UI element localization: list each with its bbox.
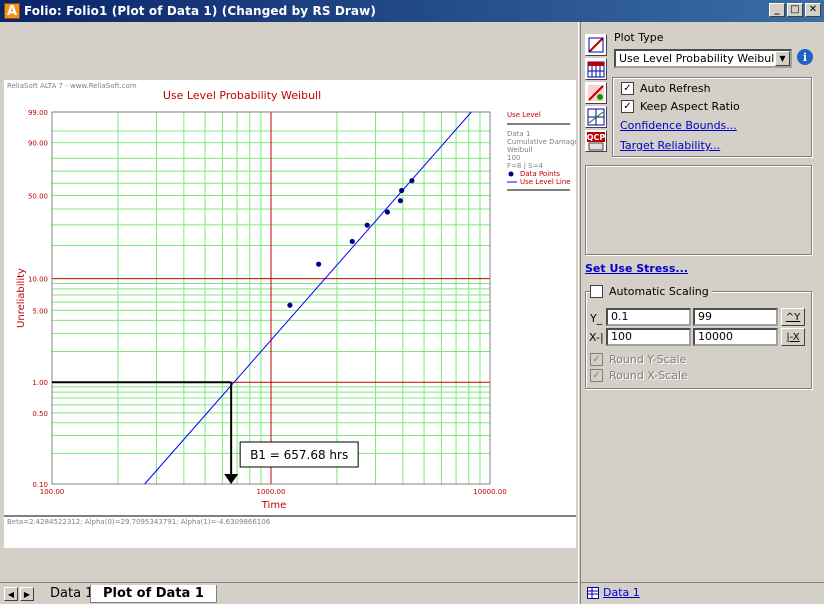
legend-points-label: Data Points (520, 170, 560, 178)
x-scale-button[interactable]: |-X (781, 328, 805, 346)
data-point (287, 302, 293, 308)
keep-aspect-checkbox[interactable]: ✓ Keep Aspect Ratio (621, 100, 740, 113)
y-tick-label: 99.00 (28, 109, 48, 117)
auto-refresh-checkbox[interactable]: ✓ Auto Refresh (621, 82, 711, 95)
watermark: ReliaSoft ALTA 7 - www.ReliaSoft.com (7, 82, 137, 90)
plot-pane: ReliaSoft ALTA 7 - www.ReliaSoft.com Use… (0, 22, 579, 582)
automatic-scaling-check[interactable] (590, 285, 603, 298)
calendar-grid-icon[interactable] (585, 58, 607, 80)
x-tick-label: 100.00 (40, 488, 65, 496)
b1-arrow-icon (224, 474, 239, 484)
round-y-check: ✓ (590, 353, 603, 366)
plot-type-label: Plot Type (614, 31, 664, 44)
legend-line-2: Weibull (507, 146, 533, 154)
chevron-down-icon[interactable]: ▼ (775, 51, 790, 66)
minimize-button[interactable]: _ (769, 3, 785, 17)
confidence-bounds-link[interactable]: Confidence Bounds... (620, 119, 737, 132)
window-title: Folio: Folio1 (Plot of Data 1) (Changed … (24, 4, 376, 18)
y-range-label: Y_ (590, 312, 603, 325)
legend-line-label: Use Level Line (520, 178, 571, 186)
legend-line-0: Data 1 (507, 130, 530, 138)
data-point (409, 178, 415, 184)
info-icon[interactable]: i (797, 49, 813, 65)
chart-settings-icon[interactable] (585, 106, 607, 128)
data-point (349, 238, 355, 245)
x-tick-label: 10000.00 (473, 488, 506, 496)
auto-refresh-label: Auto Refresh (640, 82, 711, 95)
qcp-calculator-icon[interactable]: QCP (585, 130, 607, 152)
x-tick-label: 1000.00 (257, 488, 286, 496)
round-x-checkbox: ✓ Round X-Scale (590, 369, 688, 382)
chart-title: Use Level Probability Weibull (163, 89, 321, 102)
x-min-input[interactable]: 100 (606, 328, 691, 346)
y-tick-label: 0.50 (32, 410, 48, 418)
legend: Use Level Data 1 Cumulative Damage Weibu… (507, 111, 579, 191)
x-range-label: X-| (589, 331, 604, 344)
y-tick-label: 50.00 (28, 193, 48, 201)
use-level-line (144, 111, 472, 485)
keep-aspect-check[interactable]: ✓ (621, 100, 634, 113)
legend-point-marker (508, 171, 514, 177)
x-max-input[interactable]: 10000 (693, 328, 778, 346)
datasheet-icon (587, 587, 599, 599)
y-min-input[interactable]: 0.1 (606, 308, 691, 326)
target-reliability-link[interactable]: Target Reliability... (620, 139, 720, 152)
round-y-checkbox: ✓ Round Y-Scale (590, 353, 686, 366)
probability-plot[interactable]: ReliaSoft ALTA 7 - www.ReliaSoft.com Use… (4, 80, 579, 548)
y-tick-label: 5.00 (32, 307, 48, 315)
tab-prev-icon[interactable]: ◀ (4, 587, 18, 601)
tab-next-icon[interactable]: ▶ (20, 587, 34, 601)
y-tick-label: 90.00 (28, 140, 48, 148)
auto-refresh-check[interactable]: ✓ (621, 82, 634, 95)
legend-header: Use Level (507, 111, 541, 119)
automatic-scaling-label: Automatic Scaling (609, 285, 709, 298)
app-icon: A (4, 3, 20, 19)
data-point (384, 209, 390, 215)
keep-aspect-label: Keep Aspect Ratio (640, 100, 740, 113)
set-use-stress-link[interactable]: Set Use Stress... (585, 262, 688, 275)
data-point (399, 187, 405, 194)
window-titlebar[interactable]: A Folio: Folio1 (Plot of Data 1) (Change… (0, 0, 824, 22)
close-button[interactable]: ✕ (805, 3, 821, 17)
data-point (316, 261, 322, 267)
plot-area: ReliaSoft ALTA 7 - www.ReliaSoft.com Use… (4, 80, 579, 548)
redraw-tool-icon[interactable] (585, 82, 607, 104)
plot-line-tool-icon[interactable] (585, 34, 607, 56)
maximize-button[interactable]: □ (787, 3, 803, 17)
legend-line-3: 100 (507, 154, 520, 162)
y-tick-label: 10.00 (28, 276, 48, 284)
empty-panel (585, 165, 812, 255)
parameters-footer: Beta=2.4284522312; Alpha(0)=29.709534379… (7, 518, 271, 526)
plot-type-value: Use Level Probability Weibull (619, 52, 778, 65)
data-point (397, 198, 404, 204)
round-x-label: Round X-Scale (609, 369, 688, 382)
legend-line-1: Cumulative Damage (507, 138, 576, 146)
legend-line-4: F=8 | S=4 (507, 162, 543, 170)
sheet-tabs: ◀ ▶ Data 1 Plot of Data 1 (0, 582, 578, 604)
y-max-input[interactable]: 99 (693, 308, 778, 326)
automatic-scaling-checkbox[interactable]: Automatic Scaling (590, 285, 712, 298)
y-scale-button[interactable]: ^Y (781, 308, 805, 326)
tab-plot-of-data-1[interactable]: Plot of Data 1 (90, 585, 217, 603)
svg-text:QCP: QCP (587, 133, 606, 142)
y-tick-label: 1.00 (32, 379, 48, 387)
plot-type-select[interactable]: Use Level Probability Weibull ▼ (614, 49, 792, 68)
data-link-bar: Data 1 (581, 582, 824, 604)
round-y-label: Round Y-Scale (609, 353, 687, 366)
b1-annotation-text: B1 = 657.68 hrs (250, 448, 348, 462)
data-point (364, 222, 370, 228)
data-1-link[interactable]: Data 1 (603, 586, 640, 599)
y-axis-label: Unreliability (16, 268, 27, 328)
round-x-check: ✓ (590, 369, 603, 382)
x-axis-label: Time (261, 500, 286, 511)
control-panel: QCP Plot Type Use Level Probability Weib… (581, 22, 824, 604)
